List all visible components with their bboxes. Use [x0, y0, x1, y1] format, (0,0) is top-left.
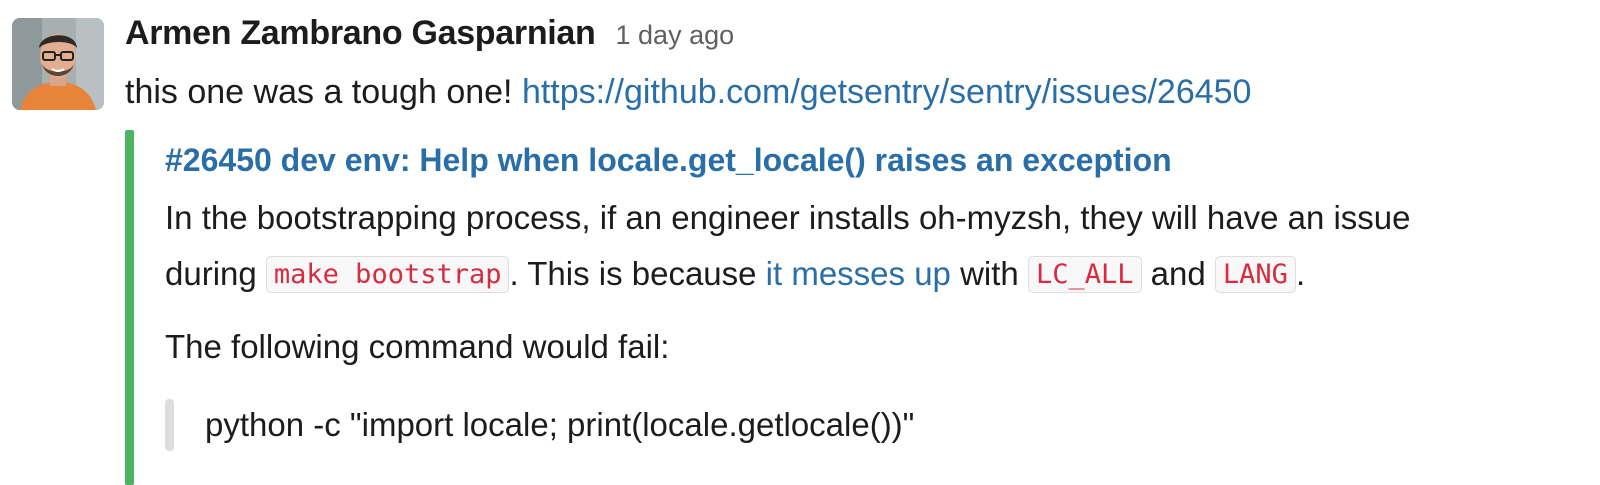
quote-bar: [165, 399, 174, 451]
description-text: during: [165, 255, 266, 292]
issue-link[interactable]: https://github.com/getsentry/sentry/issu…: [522, 73, 1252, 111]
user-avatar-photo-icon: [12, 18, 104, 110]
message-header: Armen Zambrano Gasparnian 1 day ago: [125, 14, 1600, 66]
description-line-1: In the bootstrapping process, if an engi…: [165, 199, 1411, 236]
sender-name[interactable]: Armen Zambrano Gasparnian: [125, 14, 596, 53]
chat-message: Armen Zambrano Gasparnian 1 day ago this…: [0, 0, 1600, 485]
inline-code-lc-all: LC_ALL: [1027, 256, 1142, 293]
attachment-color-bar: [125, 130, 134, 485]
inline-link[interactable]: it messes up: [766, 255, 951, 292]
attachment-title-link[interactable]: #26450 dev env: Help when locale.get_loc…: [165, 138, 1600, 182]
inline-code-make-bootstrap: make bootstrap: [265, 256, 510, 293]
quoted-command: python -c "import locale; print(locale.g…: [205, 406, 915, 443]
description-paragraph-2: The following command would fail:: [165, 328, 670, 365]
user-avatar[interactable]: [12, 18, 104, 110]
message-content: Armen Zambrano Gasparnian 1 day ago this…: [125, 14, 1600, 116]
message-timestamp[interactable]: 1 day ago: [616, 20, 735, 51]
description-text: with: [950, 255, 1028, 292]
attachment-body: #26450 dev env: Help when locale.get_loc…: [165, 138, 1600, 451]
attachment-description: In the bootstrapping process, if an engi…: [165, 190, 1600, 303]
quoted-command-block: python -c "import locale; print(locale.g…: [165, 399, 1600, 451]
description-line-2: during make bootstrap. This is because i…: [165, 246, 1600, 303]
description-text: .: [1295, 255, 1306, 292]
message-body: this one was a tough one!: [125, 73, 522, 111]
description-text: and: [1141, 255, 1215, 292]
link-unfurl-attachment: #26450 dev env: Help when locale.get_loc…: [125, 130, 1600, 485]
message-text: this one was a tough one! https://github…: [125, 68, 1600, 116]
description-text: . This is because: [509, 255, 766, 292]
inline-code-lang: LANG: [1214, 256, 1296, 293]
